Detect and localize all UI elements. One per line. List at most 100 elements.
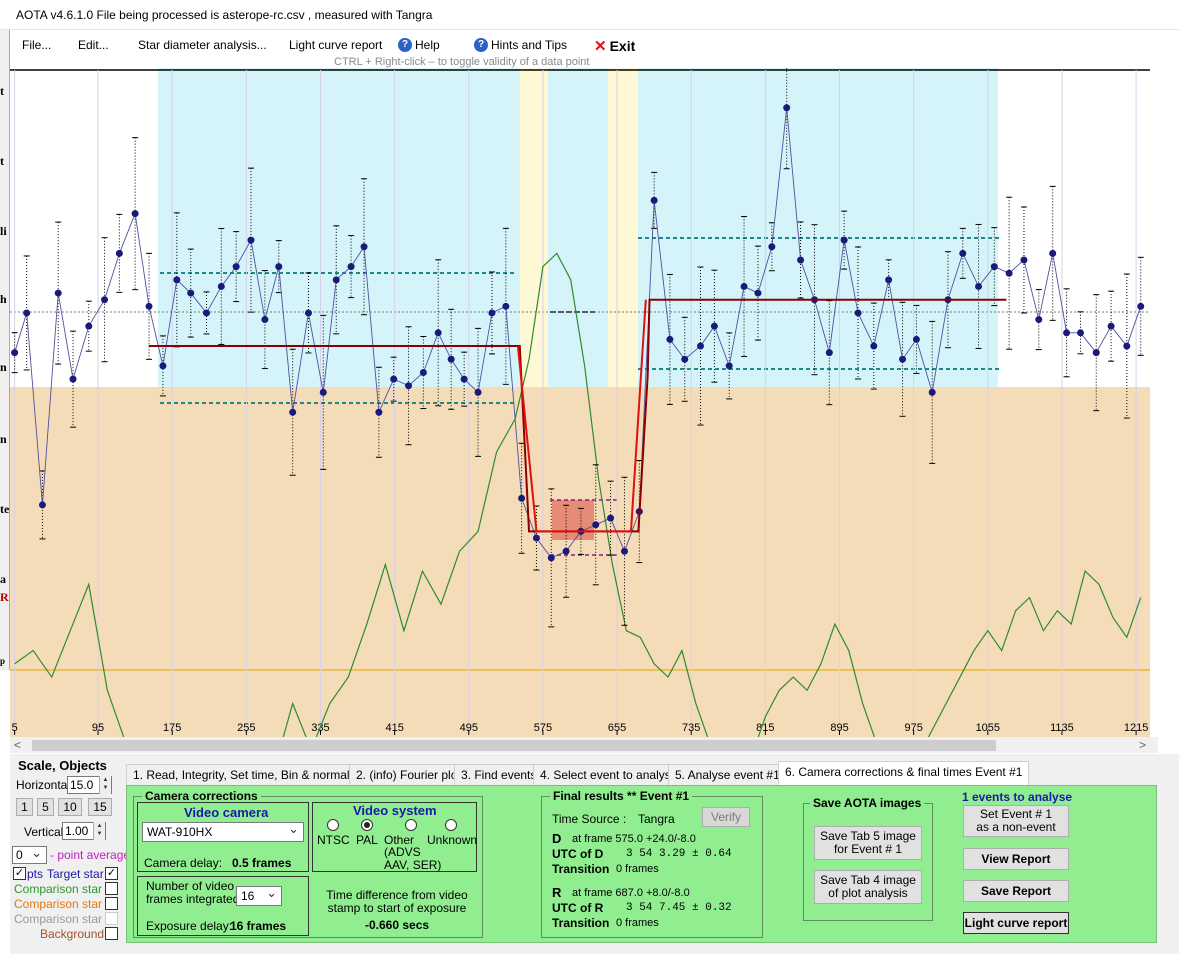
event-bottom-box (552, 500, 594, 540)
edge-char: te (0, 502, 10, 516)
final-results-title: Final results ** Event #1 (550, 789, 693, 803)
comp2-checkbox[interactable] (105, 897, 118, 910)
hint-text: CTRL + Right-click – to toggle validity … (334, 56, 590, 68)
edge-char: li (0, 224, 7, 238)
data-point (1092, 349, 1100, 357)
data-point (1107, 322, 1115, 330)
radio-other[interactable] (405, 819, 417, 831)
tab-select-event[interactable]: 4. Select event to analyse (533, 764, 685, 785)
data-point (854, 309, 862, 317)
scroll-right-icon[interactable]: > (1139, 738, 1146, 752)
save-report-button[interactable]: Save Report (963, 880, 1069, 902)
verify-button[interactable]: Verify (702, 807, 750, 827)
menu-edit[interactable]: Edit... (78, 38, 109, 52)
menu-star-diameter[interactable]: Star diameter analysis... (138, 38, 267, 52)
data-point (217, 282, 225, 290)
camera-model-select[interactable]: WAT-910HX (142, 821, 304, 842)
radio-ntsc[interactable] (327, 819, 339, 831)
menu-file[interactable]: File... (22, 38, 51, 52)
exposure-delay-label: Exposure delay: (146, 919, 233, 933)
data-point (289, 408, 297, 416)
scroll-thumb[interactable] (32, 740, 996, 751)
scroll-left-icon[interactable]: < (14, 738, 21, 752)
menu-help-label: Help (415, 38, 440, 52)
tab-fourier[interactable]: 2. (info) Fourier plot (349, 764, 468, 785)
menu-light-curve-report[interactable]: Light curve report (289, 38, 382, 52)
data-point (405, 382, 413, 390)
scale-panel-title: Scale, Objects (18, 758, 107, 773)
background-checkbox[interactable] (105, 927, 118, 940)
help-icon: ? (398, 38, 412, 52)
pts-label: pts (27, 867, 44, 881)
scale-preset-button[interactable]: 1 (16, 798, 33, 816)
close-icon: ✕ (594, 38, 607, 55)
data-point (783, 104, 791, 112)
horizontal-scale-spinner[interactable]: 15.0 (67, 776, 112, 794)
data-point (419, 369, 427, 377)
final-results-group: Final results ** Event #1 Verify Time So… (541, 789, 763, 938)
tab-camera-corrections[interactable]: 6. Camera corrections & final times Even… (778, 761, 1030, 786)
edge-char: h (0, 292, 7, 306)
radio-unknown[interactable] (445, 819, 457, 831)
x-tick-label: 175 (163, 722, 181, 734)
light-curve-plot[interactable]: 5 95 175 255 335 415 495 575 655 735 815 895 975 1055… (10, 68, 1170, 740)
tab-analyse-event[interactable]: 5. Analyse event #1 (668, 764, 787, 785)
video-system-group: Video system NTSC PAL Other Unknown (ADV… (312, 802, 477, 872)
utc-r-label: UTC of R (552, 901, 604, 915)
data-point (532, 534, 540, 542)
save-tab4-image-button[interactable]: Save Tab 4 image of plot analysis (814, 870, 922, 904)
edge-char: t (0, 84, 4, 98)
point-average-select[interactable]: 0 (12, 845, 47, 864)
d-frame: at frame 575.0 +24.0/-8.0 (572, 833, 696, 845)
target-star-checkbox[interactable]: ✓ (105, 867, 118, 880)
r-frame: at frame 687.0 +8.0/-8.0 (572, 887, 690, 899)
data-point (1020, 256, 1028, 264)
vertical-scale-spinner[interactable]: 1.00 (62, 822, 106, 840)
data-point (502, 302, 510, 310)
menu-hints[interactable]: ? Hints and Tips (474, 38, 567, 52)
data-point (202, 309, 210, 317)
time-diff-label: Time difference from video stamp to star… (326, 888, 468, 915)
save-tab5-image-button[interactable]: Save Tab 5 image for Event # 1 (814, 826, 922, 860)
data-point (518, 494, 526, 502)
comp1-checkbox[interactable] (105, 882, 118, 895)
menu-exit[interactable]: ✕ Exit (594, 37, 635, 55)
data-point (825, 349, 833, 357)
utc-r-value: 3 54 7.45 ± 0.32 (626, 902, 732, 914)
data-point (360, 243, 368, 251)
edge-char: n (0, 360, 7, 374)
frames-integrated-select[interactable]: 16 (236, 885, 282, 906)
scale-preset-button[interactable]: 5 (37, 798, 54, 816)
scale-preset-button[interactable]: 15 (88, 798, 112, 816)
pal-label: PAL (356, 833, 378, 847)
data-point (11, 349, 19, 357)
scale-preset-button[interactable]: 10 (58, 798, 82, 816)
pts-checkbox[interactable]: ✓ (13, 867, 26, 880)
data-point (390, 375, 398, 383)
data-point (54, 289, 62, 297)
data-point (990, 263, 998, 271)
tab-read[interactable]: 1. Read, Integrity, Set time, Bin & norm… (126, 764, 372, 785)
baseline-region-left (158, 68, 520, 387)
vertical-label: Vertical (24, 825, 64, 839)
data-point (562, 547, 570, 555)
set-non-event-button[interactable]: Set Event # 1 as a non-event (963, 805, 1069, 837)
data-point (187, 289, 195, 297)
tab-find-events[interactable]: 3. Find events (454, 764, 544, 785)
x-tick-label: 1055 (976, 722, 1000, 734)
data-point (607, 514, 615, 522)
horizontal-scrollbar[interactable]: < > (10, 737, 1158, 753)
video-camera-title: Video camera (184, 805, 269, 820)
data-point (38, 501, 46, 509)
view-report-button[interactable]: View Report (963, 848, 1069, 870)
time-diff-value: -0.660 secs (365, 918, 430, 932)
data-point (725, 362, 733, 370)
data-point (460, 375, 468, 383)
radio-pal[interactable] (361, 819, 373, 831)
x-tick-label: 815 (756, 722, 774, 734)
light-curve-report-button[interactable]: Light curve report (963, 912, 1069, 934)
menu-help[interactable]: ? Help (398, 38, 440, 52)
data-point (681, 355, 689, 363)
transition-r-label: Transition (552, 916, 610, 930)
x-tick-label: 495 (460, 722, 478, 734)
